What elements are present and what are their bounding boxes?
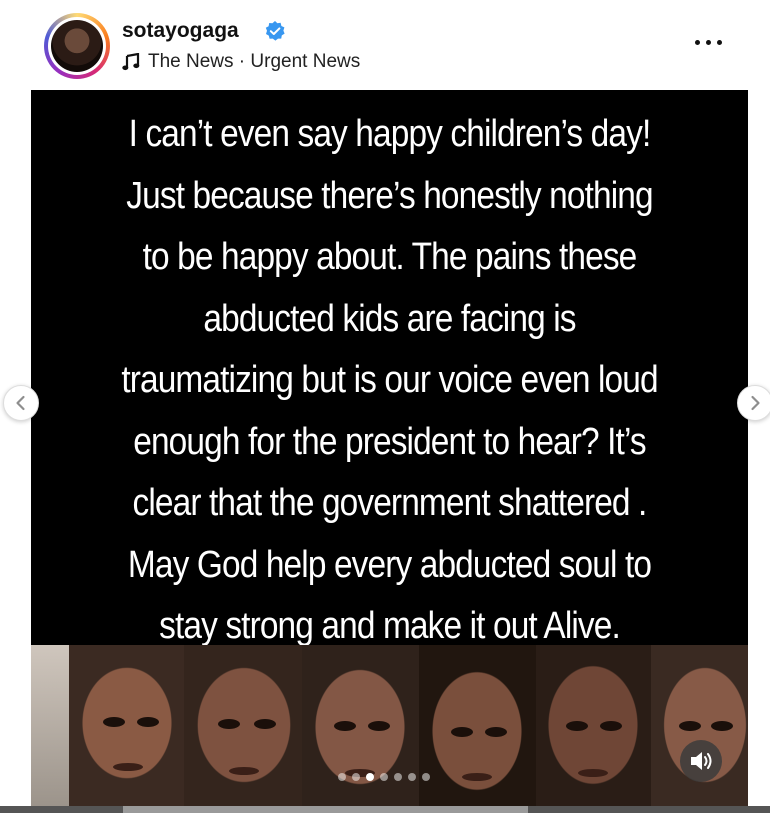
child-photo xyxy=(31,645,69,806)
text-line: to be happy about. The pains these xyxy=(142,236,638,278)
carousel-dot xyxy=(338,773,346,781)
text-line: May God help every abducted soul to xyxy=(127,543,652,586)
carousel-dot xyxy=(352,773,360,781)
avatar[interactable] xyxy=(44,13,110,79)
post-image-text: I can’t even say happy children’s day! J… xyxy=(74,104,705,658)
bottom-scrollbar[interactable] xyxy=(0,806,770,813)
text-line: clear that the government shattered . xyxy=(132,482,648,524)
text-line: Just because there’s honestly nothing xyxy=(126,174,653,217)
verified-badge-icon xyxy=(265,21,285,41)
carousel-indicator xyxy=(338,773,430,781)
chevron-left-icon xyxy=(16,395,25,411)
carousel-dot xyxy=(422,773,430,781)
music-note-icon xyxy=(122,53,140,71)
child-photo xyxy=(419,645,536,806)
audio-attribution[interactable]: The News · Urgent News xyxy=(122,51,360,73)
text-line: I can’t even say happy children’s day! xyxy=(128,113,652,155)
audio-label: The News · Urgent News xyxy=(148,51,361,72)
text-line: traumatizing but is our voice even loud xyxy=(121,359,658,401)
carousel-dot xyxy=(380,773,388,781)
chevron-right-icon xyxy=(751,395,760,411)
username[interactable]: sotayogaga xyxy=(122,19,239,43)
next-slide-button[interactable] xyxy=(737,385,770,421)
speaker-icon xyxy=(691,752,712,770)
child-photo xyxy=(536,645,651,806)
scrollbar-thumb[interactable] xyxy=(123,806,528,813)
text-line: abducted kids are facing is xyxy=(203,297,576,340)
child-photo xyxy=(302,645,419,806)
sound-toggle-button[interactable] xyxy=(680,740,722,782)
post-header: sotayogaga The News · Urgent News xyxy=(0,0,770,90)
carousel-dot xyxy=(408,773,416,781)
child-photo xyxy=(69,645,184,806)
more-options-icon[interactable] xyxy=(695,40,723,48)
children-photo-strip xyxy=(31,645,748,806)
previous-slide-button[interactable] xyxy=(3,385,39,421)
carousel-dot-active xyxy=(366,773,374,781)
carousel-dot xyxy=(394,773,402,781)
post-media[interactable]: I can’t even say happy children’s day! J… xyxy=(31,90,748,806)
text-line: enough for the president to hear? It’s xyxy=(133,420,646,463)
child-photo xyxy=(184,645,302,806)
